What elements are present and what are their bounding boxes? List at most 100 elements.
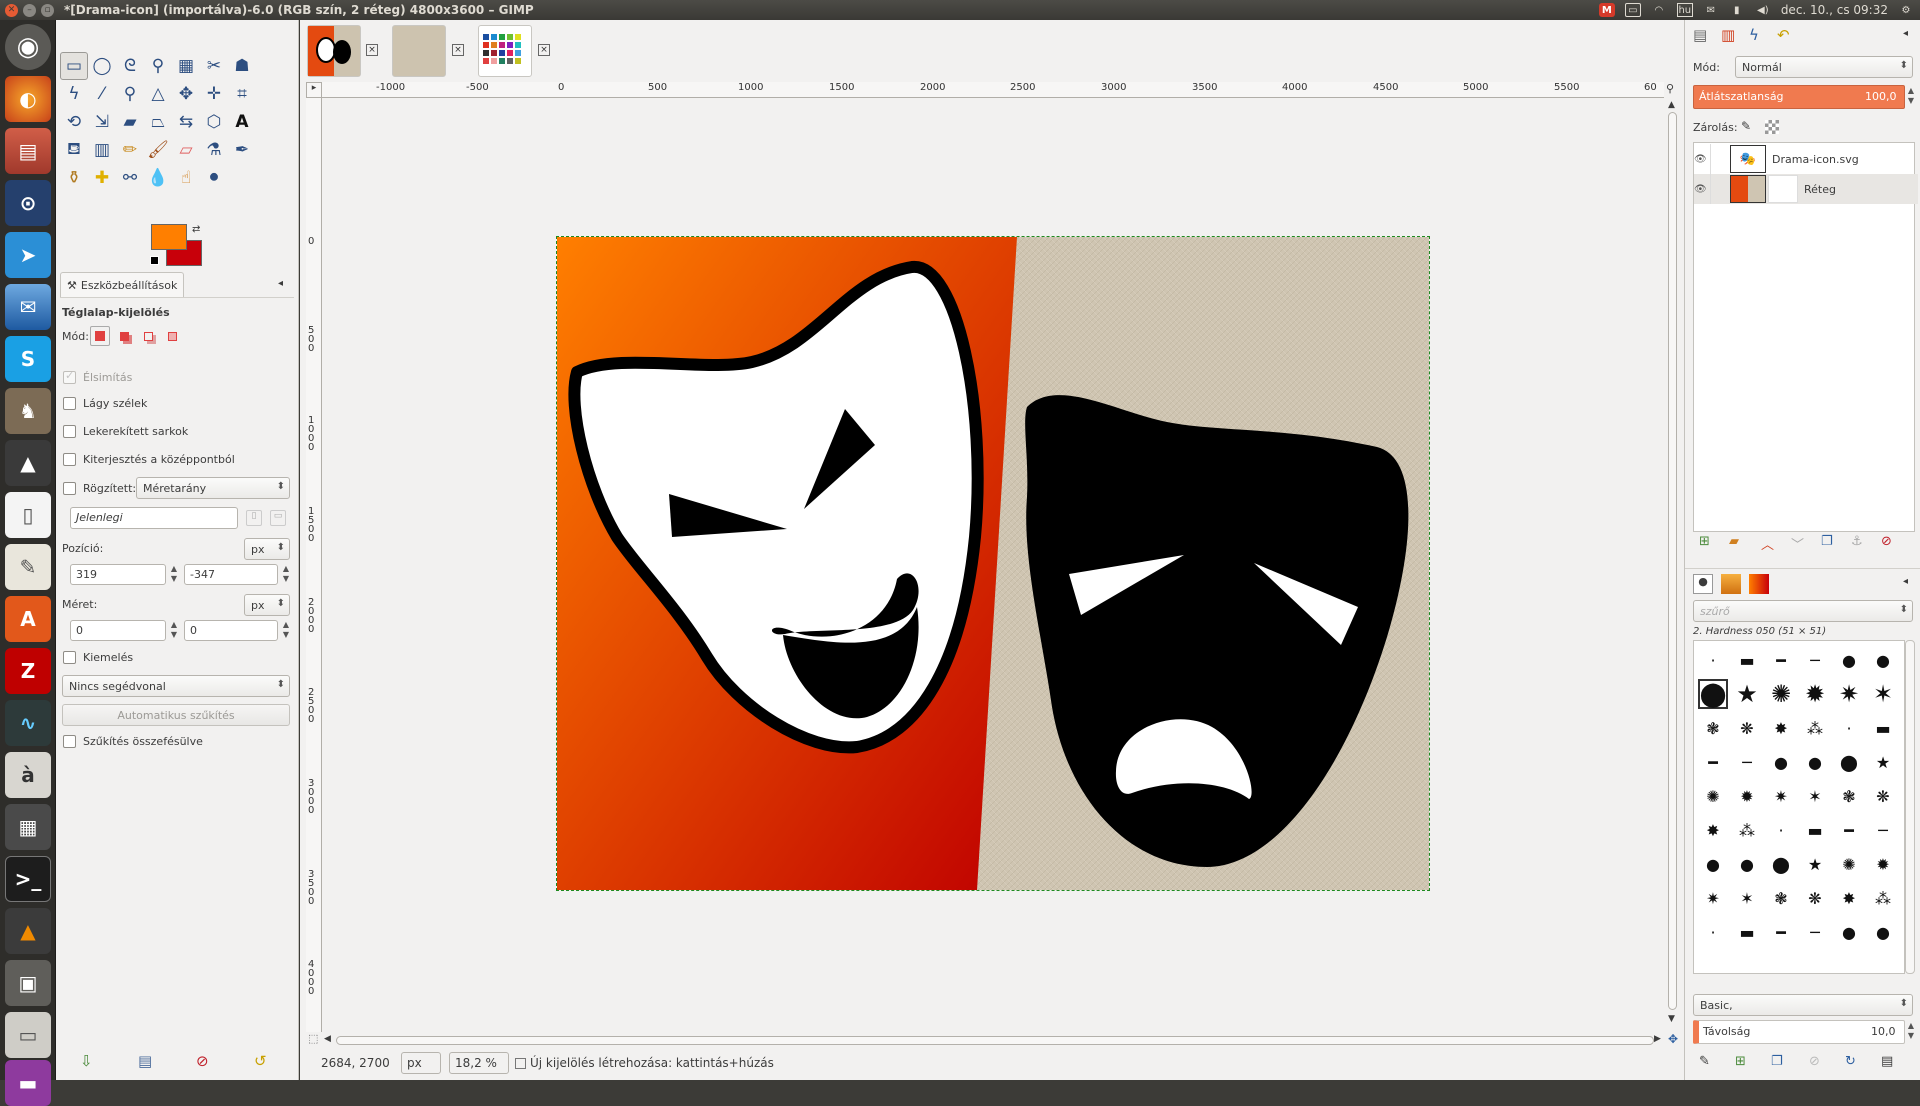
layer-row[interactable]: 👁 🎭 Drama-icon.svg xyxy=(1694,144,1918,174)
brush-preview[interactable]: ✸ xyxy=(1834,883,1864,913)
brush-preview[interactable]: ─ xyxy=(1868,815,1898,845)
brush-preview[interactable]: · xyxy=(1698,917,1728,947)
zoom-fit-icon[interactable]: ⚲ xyxy=(1666,82,1674,95)
vertical-ruler[interactable]: 0 500 1000 1500 2000 2500 3000 3500 4000 xyxy=(306,98,322,1032)
volume-icon[interactable]: ◀) xyxy=(1755,3,1771,17)
text-editor-icon[interactable]: ✎ xyxy=(5,544,51,590)
ellipse-select-icon[interactable]: ◯ xyxy=(88,52,116,80)
brush-preview[interactable]: ✶ xyxy=(1868,679,1898,709)
lower-layer-icon[interactable]: ﹀ xyxy=(1791,534,1804,553)
character-map-icon[interactable]: à xyxy=(5,752,51,798)
fixed-checkbox[interactable] xyxy=(63,482,76,495)
brush-preview[interactable]: ✶ xyxy=(1732,883,1762,913)
brush-preview[interactable]: ▬ xyxy=(1732,917,1762,947)
zoom-icon[interactable]: ⚲ xyxy=(116,80,144,108)
gradients-tab-icon[interactable] xyxy=(1749,574,1769,594)
perspective-clone-icon[interactable]: ⚯ xyxy=(116,164,144,192)
fuzzy-select-icon[interactable]: ⚲ xyxy=(144,52,172,80)
scroll-right-icon[interactable]: ▶ xyxy=(1654,1034,1661,1044)
brush-preview[interactable]: · xyxy=(1834,713,1864,743)
minimize-window-icon[interactable]: – xyxy=(23,3,36,17)
clone-icon[interactable]: ⚱ xyxy=(60,164,88,192)
close-tab-icon[interactable]: × xyxy=(366,44,378,56)
feather-checkbox[interactable] xyxy=(63,397,76,410)
clock[interactable]: dec. 10., cs 09:32 xyxy=(1781,3,1888,17)
dash-icon[interactable]: ◉ xyxy=(5,24,51,70)
scale-icon[interactable]: ⇲ xyxy=(88,108,116,136)
anchor-layer-icon[interactable]: ⚓ xyxy=(1851,534,1863,549)
brush-preview[interactable]: ✹ xyxy=(1868,849,1898,879)
gimp-icon[interactable]: ♞ xyxy=(5,388,51,434)
brush-preview[interactable]: ❋ xyxy=(1868,781,1898,811)
brush-preview[interactable]: ▬ xyxy=(1868,713,1898,743)
new-layer-icon[interactable]: ⊞ xyxy=(1699,534,1710,549)
terminal-icon[interactable]: >_ xyxy=(5,856,51,902)
opacity-stepper[interactable]: ▲ ▼ xyxy=(1905,86,1917,107)
expand-center-checkbox[interactable] xyxy=(63,453,76,466)
skype-icon[interactable]: S xyxy=(5,336,51,382)
measure-icon[interactable]: △ xyxy=(144,80,172,108)
chain-slot[interactable] xyxy=(1710,144,1724,174)
brush-preview[interactable]: ━ xyxy=(1698,747,1728,777)
open-brushes-icon[interactable]: ▤ xyxy=(1881,1054,1893,1069)
new-brush-icon[interactable]: ⊞ xyxy=(1735,1054,1746,1069)
position-x-stepper[interactable]: ▲ ▼ xyxy=(168,564,180,585)
shear-icon[interactable]: ▰ xyxy=(116,108,144,136)
scroll-thumb[interactable] xyxy=(1668,112,1677,1010)
delete-options-icon[interactable]: ⊘ xyxy=(196,1052,209,1070)
eye-icon[interactable]: 👁 xyxy=(1694,184,1710,195)
calculator-icon[interactable]: ▦ xyxy=(5,804,51,850)
keyboard-layout-icon[interactable]: hu xyxy=(1676,3,1693,17)
keyboard-icon[interactable]: ▭ xyxy=(1624,3,1641,17)
layer-name[interactable]: Réteg xyxy=(1804,183,1836,196)
brush-preview[interactable]: ✹ xyxy=(1732,781,1762,811)
brush-preview[interactable]: ━ xyxy=(1766,645,1796,675)
brush-preview[interactable]: ● xyxy=(1800,747,1830,777)
close-window-icon[interactable]: ✕ xyxy=(5,3,18,17)
brush-preview[interactable]: ✺ xyxy=(1766,679,1796,709)
brush-preview[interactable]: ★ xyxy=(1732,679,1762,709)
restore-options-icon[interactable]: ▤ xyxy=(138,1052,152,1070)
align-icon[interactable]: ✛ xyxy=(200,80,228,108)
filezilla-icon[interactable]: Z xyxy=(5,648,51,694)
brush-preview[interactable]: ● xyxy=(1868,917,1898,947)
panel-menu-icon[interactable]: ◂ xyxy=(278,278,283,289)
document-icon[interactable]: ▯ xyxy=(5,492,51,538)
cage-transform-icon[interactable]: ⬡ xyxy=(200,108,228,136)
rect-select-icon[interactable]: ▭ xyxy=(60,52,88,80)
brush-preview[interactable]: · xyxy=(1698,645,1728,675)
new-layer-group-icon[interactable]: ▰ xyxy=(1729,534,1739,549)
fixed-mode-select[interactable]: Méretarány xyxy=(136,477,290,499)
image-tab-texture[interactable] xyxy=(392,25,446,77)
refresh-brushes-icon[interactable]: ↻ xyxy=(1845,1054,1856,1069)
brush-preview[interactable]: ❃ xyxy=(1698,713,1728,743)
rounded-corners-checkbox[interactable] xyxy=(63,425,76,438)
close-tab-icon[interactable]: × xyxy=(538,44,550,56)
brush-preview[interactable]: ✸ xyxy=(1698,815,1728,845)
heal-icon[interactable]: ✚ xyxy=(88,164,116,192)
paths-icon[interactable]: ϟ xyxy=(60,80,88,108)
swap-colors-icon[interactable]: ⇄ xyxy=(192,224,200,235)
rotate-icon[interactable]: ⟲ xyxy=(60,108,88,136)
battery-icon[interactable]: ▮ xyxy=(1729,3,1745,17)
drive-icon[interactable]: ▭ xyxy=(5,1012,51,1058)
mail-m-icon[interactable]: M xyxy=(1598,3,1615,17)
tab-tool-options[interactable]: ⚒ Eszközbeállítások xyxy=(60,272,185,298)
software-center-icon[interactable]: A xyxy=(5,596,51,642)
scroll-left-icon[interactable]: ◀ xyxy=(324,1034,331,1044)
gear-icon[interactable]: ⚙ xyxy=(1898,3,1914,17)
mode-subtract-button[interactable] xyxy=(138,326,158,346)
inkscape-icon[interactable]: ▲ xyxy=(5,440,51,486)
maximize-window-icon[interactable]: ▫ xyxy=(41,3,54,17)
layers-tab-icon[interactable]: ▤ xyxy=(1693,26,1707,44)
brush-preview[interactable]: ⬤ xyxy=(1766,849,1796,879)
brush-preview[interactable]: ━ xyxy=(1834,815,1864,845)
brush-preview[interactable]: ★ xyxy=(1868,747,1898,777)
chain-slot[interactable] xyxy=(1710,174,1724,204)
brush-preset-select[interactable]: Basic, xyxy=(1693,994,1913,1016)
brush-preview[interactable]: · xyxy=(1766,815,1796,845)
position-unit-select[interactable]: px xyxy=(244,538,290,560)
brush-preview[interactable]: ● xyxy=(1834,917,1864,947)
pencil-icon[interactable]: ✏ xyxy=(116,136,144,164)
antialias-checkbox[interactable] xyxy=(63,369,76,384)
